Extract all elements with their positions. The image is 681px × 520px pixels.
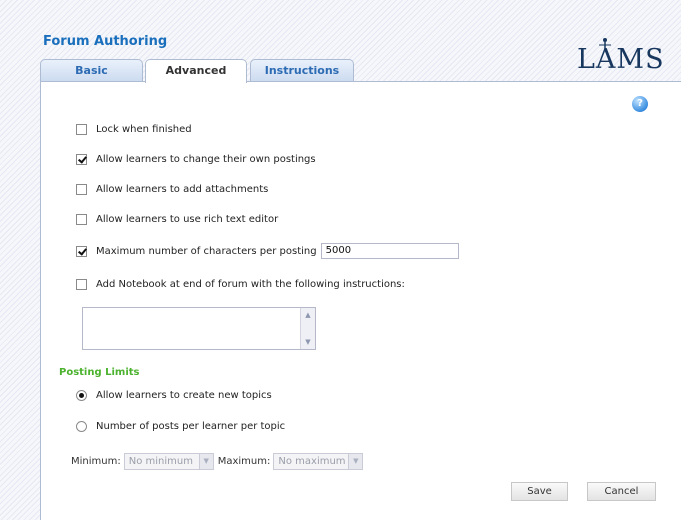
max-characters-input[interactable]: 5000 <box>320 243 459 259</box>
radio-row-posts-per-topic: Number of posts per learner per topic <box>76 418 285 434</box>
change-postings-label: Allow learners to change their own posti… <box>96 153 316 165</box>
chevron-down-icon: ▼ <box>198 453 213 469</box>
add-notebook-label: Add Notebook at end of forum with the fo… <box>96 278 405 290</box>
option-lock-when-finished: Lock when finished <box>76 121 192 137</box>
help-icon[interactable]: ? <box>632 96 648 112</box>
lock-when-finished-checkbox[interactable] <box>76 123 87 135</box>
lock-when-finished-label: Lock when finished <box>96 123 192 135</box>
add-attachments-label: Allow learners to add attachments <box>96 183 269 195</box>
lams-logo: LAMS <box>577 38 665 75</box>
advanced-panel: ? Lock when finished Allow learners to c… <box>40 81 681 520</box>
posts-per-topic-label: Number of posts per learner per topic <box>96 420 286 432</box>
save-button[interactable]: Save <box>511 482 568 501</box>
minimum-value: No minimum <box>128 455 193 467</box>
max-characters-checkbox[interactable] <box>76 245 87 257</box>
minimum-select[interactable]: No minimum ▼ <box>123 452 214 470</box>
maximum-value: No maximum <box>278 455 346 467</box>
option-add-notebook: Add Notebook at end of forum with the fo… <box>76 276 405 292</box>
minimum-label: Minimum: <box>71 455 121 467</box>
max-characters-label: Maximum number of characters per posting <box>96 245 317 257</box>
add-attachments-checkbox[interactable] <box>76 183 87 195</box>
chevron-down-icon: ▼ <box>348 453 363 469</box>
maximum-select[interactable]: No maximum ▼ <box>273 452 364 470</box>
posting-limits-heading: Posting Limits <box>59 367 140 378</box>
change-postings-checkbox[interactable] <box>76 153 87 165</box>
scroll-down-icon[interactable]: ▼ <box>301 336 315 348</box>
posts-per-topic-radio[interactable] <box>76 420 87 432</box>
tab-basic[interactable]: Basic <box>40 59 143 81</box>
option-change-postings: Allow learners to change their own posti… <box>76 151 316 167</box>
textarea-scrollbar[interactable]: ▲ ▼ <box>300 308 315 349</box>
tab-instructions[interactable]: Instructions <box>250 59 354 81</box>
scroll-up-icon[interactable]: ▲ <box>301 309 315 321</box>
option-max-characters: Maximum number of characters per posting… <box>76 243 459 259</box>
page-title: Forum Authoring <box>43 34 168 49</box>
posting-limits-selects: Minimum: No minimum ▼ Maximum: No maximu… <box>71 452 367 470</box>
logo-figure-icon <box>599 38 611 50</box>
create-topics-radio[interactable] <box>76 389 87 401</box>
radio-row-create-topics: Allow learners to create new topics <box>76 387 272 403</box>
logo-text: LAMS <box>577 44 665 75</box>
add-notebook-checkbox[interactable] <box>76 278 87 290</box>
rich-text-editor-checkbox[interactable] <box>76 213 87 225</box>
maximum-label: Maximum: <box>217 455 271 467</box>
notebook-instructions-textarea[interactable]: ▲ ▼ <box>82 307 316 350</box>
tab-advanced[interactable]: Advanced <box>145 59 247 83</box>
create-topics-label: Allow learners to create new topics <box>96 389 272 401</box>
rich-text-editor-label: Allow learners to use rich text editor <box>96 213 279 225</box>
option-add-attachments: Allow learners to add attachments <box>76 181 268 197</box>
cancel-button[interactable]: Cancel <box>587 482 656 501</box>
option-rich-text-editor: Allow learners to use rich text editor <box>76 211 278 227</box>
